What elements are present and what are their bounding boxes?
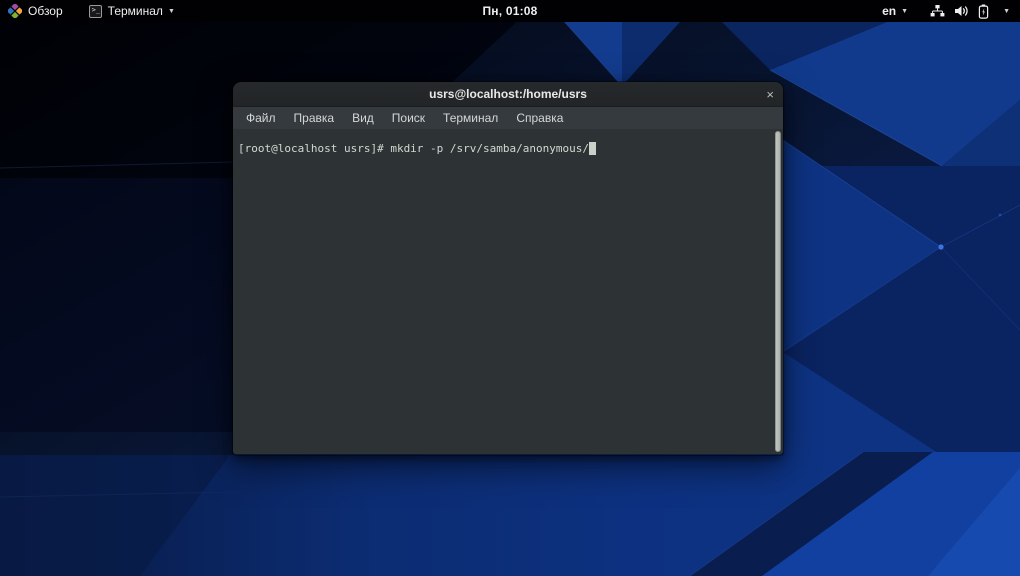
network-wired-icon <box>930 4 945 18</box>
battery-charging-icon <box>978 4 989 19</box>
system-menu-button[interactable]: ▼ <box>930 4 1010 19</box>
terminal-cursor <box>589 142 596 155</box>
window-titlebar[interactable]: usrs@localhost:/home/usrs × <box>233 82 783 107</box>
terminal-command-text: [root@localhost usrs]# mkdir -p /srv/sam… <box>238 142 589 155</box>
activities-button[interactable]: Обзор <box>0 0 71 22</box>
keyboard-layout-label: en <box>882 4 896 18</box>
window-menubar: Файл Правка Вид Поиск Терминал Справка <box>233 107 783 129</box>
terminal-screen[interactable]: [root@localhost usrs]# mkdir -p /srv/sam… <box>233 129 783 454</box>
scrollbar-thumb[interactable] <box>775 131 781 452</box>
terminal-app-icon: >_ <box>89 5 102 18</box>
window-title: usrs@localhost:/home/usrs <box>429 87 587 101</box>
menu-item-help[interactable]: Справка <box>507 107 572 129</box>
chevron-down-icon: ▼ <box>168 8 175 15</box>
status-area: en ▼ ▼ <box>874 0 1020 22</box>
chevron-down-icon: ▼ <box>1003 8 1010 15</box>
volume-icon <box>954 4 969 18</box>
chevron-down-icon: ▼ <box>901 8 908 15</box>
top-bar: Обзор >_ Терминал ▼ Пн, 01:08 en ▼ <box>0 0 1020 22</box>
terminal-prompt-line: [root@localhost usrs]# mkdir -p /srv/sam… <box>238 142 596 155</box>
activities-label: Обзор <box>28 4 63 18</box>
menu-item-search[interactable]: Поиск <box>383 107 434 129</box>
app-menu-terminal[interactable]: >_ Терминал ▼ <box>81 0 183 22</box>
menu-item-view[interactable]: Вид <box>343 107 383 129</box>
menu-item-terminal[interactable]: Терминал <box>434 107 507 129</box>
app-menu-label: Терминал <box>108 4 163 18</box>
clock[interactable]: Пн, 01:08 <box>482 4 537 18</box>
keyboard-layout-button[interactable]: en ▼ <box>874 0 916 22</box>
menu-item-edit[interactable]: Правка <box>285 107 344 129</box>
menu-item-file[interactable]: Файл <box>237 107 285 129</box>
centos-logo-icon <box>8 4 22 18</box>
close-button[interactable]: × <box>766 82 774 106</box>
terminal-window: usrs@localhost:/home/usrs × Файл Правка … <box>233 82 783 455</box>
